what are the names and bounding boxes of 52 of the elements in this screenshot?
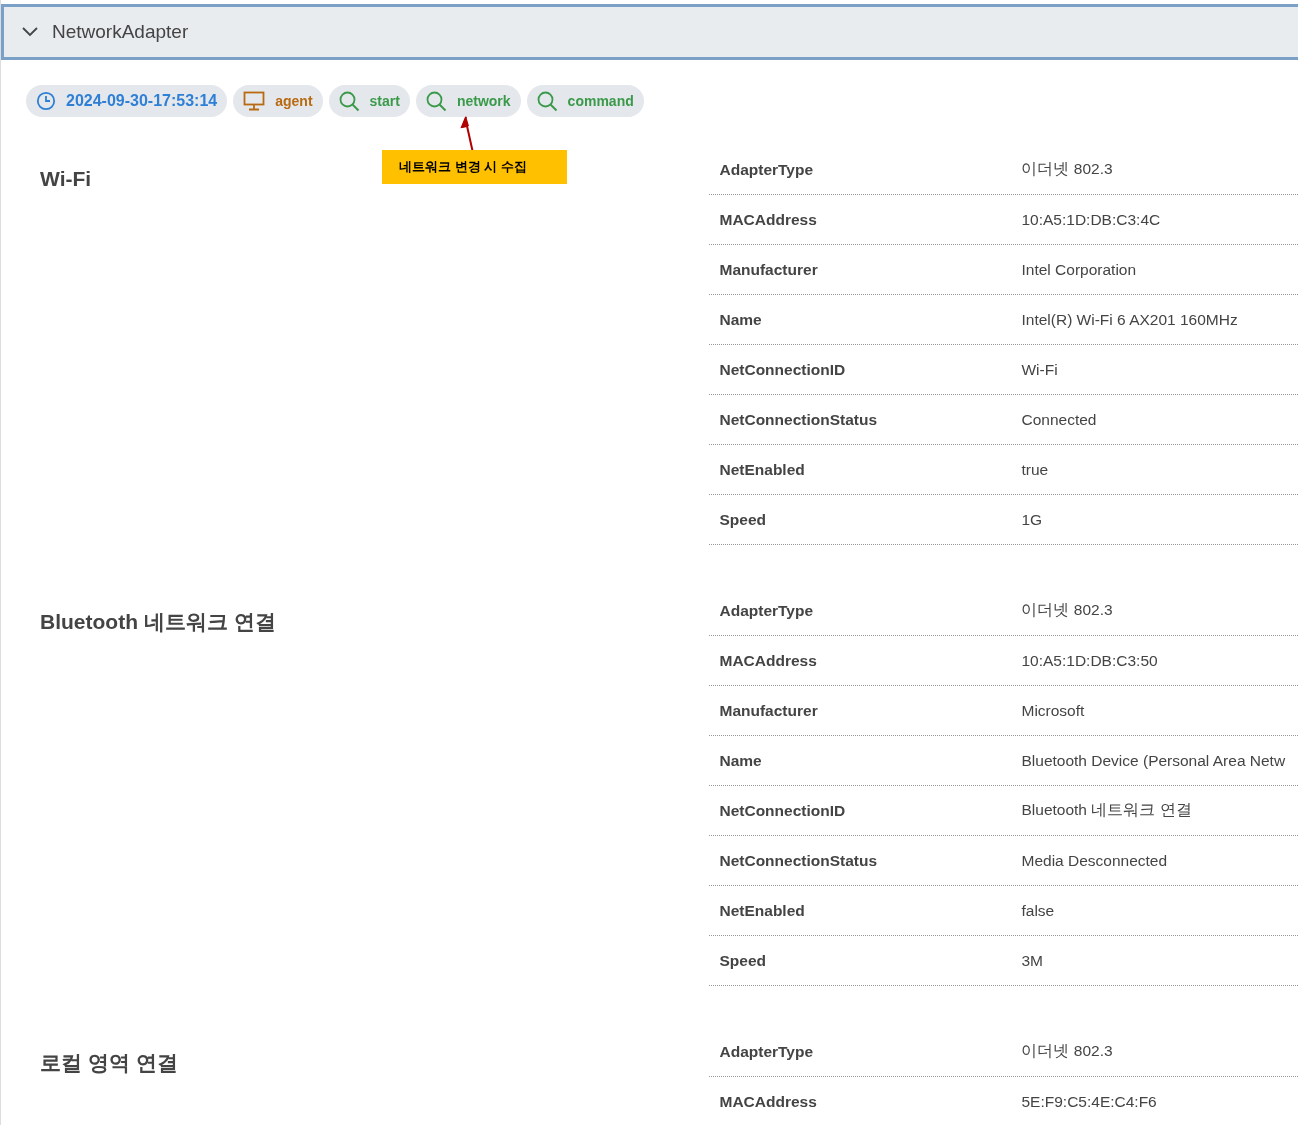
property-name: MACAddress bbox=[719, 1092, 818, 1111]
property-value: Intel(R) Wi-Fi 6 AX201 160MHz bbox=[1021, 310, 1238, 329]
clock-icon bbox=[36, 91, 56, 111]
property-name: NetConnectionID bbox=[719, 801, 847, 820]
property-value: 10:A5:1D:DB:C3:4C bbox=[1021, 210, 1161, 229]
property-value: Microsoft bbox=[1021, 701, 1085, 720]
property-value: 3M bbox=[1021, 951, 1044, 970]
property-value: 10:A5:1D:DB:C3:50 bbox=[1021, 651, 1158, 670]
property-value: false bbox=[1021, 901, 1055, 920]
adapter-title: Wi-Fi bbox=[40, 167, 92, 191]
tag-chip[interactable]: command bbox=[526, 85, 644, 117]
search-icon bbox=[536, 90, 558, 112]
search-icon bbox=[338, 90, 360, 112]
tag-chip[interactable]: 2024-09-30-17:53:14 bbox=[26, 85, 228, 117]
property-value: Connected bbox=[1021, 410, 1097, 429]
property-name: MACAddress bbox=[719, 651, 818, 670]
property-name: Speed bbox=[719, 951, 767, 970]
adapter-title: 로컬 영역 연결 bbox=[40, 1050, 178, 1076]
property-value: Intel Corporation bbox=[1021, 260, 1137, 279]
monitor-icon bbox=[243, 91, 266, 111]
property-name: NetConnectionStatus bbox=[719, 410, 879, 429]
adapter-title: Bluetooth 네트워크 연결 bbox=[40, 609, 276, 635]
panel-header[interactable]: NetworkAdapter bbox=[1, 4, 1298, 60]
property-value: Wi-Fi bbox=[1021, 360, 1058, 379]
property-name: NetConnectionStatus bbox=[719, 851, 879, 870]
property-name: Speed bbox=[719, 510, 767, 529]
property-value: true bbox=[1021, 460, 1049, 479]
property-name: MACAddress bbox=[719, 210, 818, 229]
property-name: Name bbox=[719, 310, 763, 329]
property-value: Bluetooth Device (Personal Area Netw bbox=[1021, 751, 1286, 770]
tag-chip[interactable]: agent bbox=[233, 85, 323, 117]
property-value: Bluetooth 네트워크 연결 bbox=[1021, 800, 1192, 820]
property-name: NetEnabled bbox=[719, 901, 806, 920]
property-name: AdapterType bbox=[719, 601, 815, 620]
property-value: 1G bbox=[1021, 510, 1043, 529]
property-value: 이더넷 802.3 bbox=[1021, 600, 1113, 620]
property-name: Manufacturer bbox=[719, 701, 819, 720]
search-icon bbox=[425, 90, 447, 112]
property-name: Name bbox=[719, 751, 763, 770]
panel-title: NetworkAdapter bbox=[52, 21, 189, 43]
property-value: Media Desconnected bbox=[1021, 851, 1168, 870]
annotation-callout: 네트워크 변경 시 수집 bbox=[382, 150, 567, 184]
tag-chip[interactable]: start bbox=[328, 85, 410, 117]
property-name: AdapterType bbox=[719, 160, 815, 179]
tag-chip[interactable]: network bbox=[415, 85, 521, 117]
property-name: NetConnectionID bbox=[719, 360, 847, 379]
property-value: 이더넷 802.3 bbox=[1021, 1041, 1113, 1061]
property-name: Manufacturer bbox=[719, 260, 819, 279]
property-value: 5E:F9:C5:4E:C4:F6 bbox=[1021, 1092, 1157, 1111]
property-value: 이더넷 802.3 bbox=[1021, 159, 1113, 179]
property-name: AdapterType bbox=[719, 1042, 815, 1061]
property-name: NetEnabled bbox=[719, 460, 806, 479]
